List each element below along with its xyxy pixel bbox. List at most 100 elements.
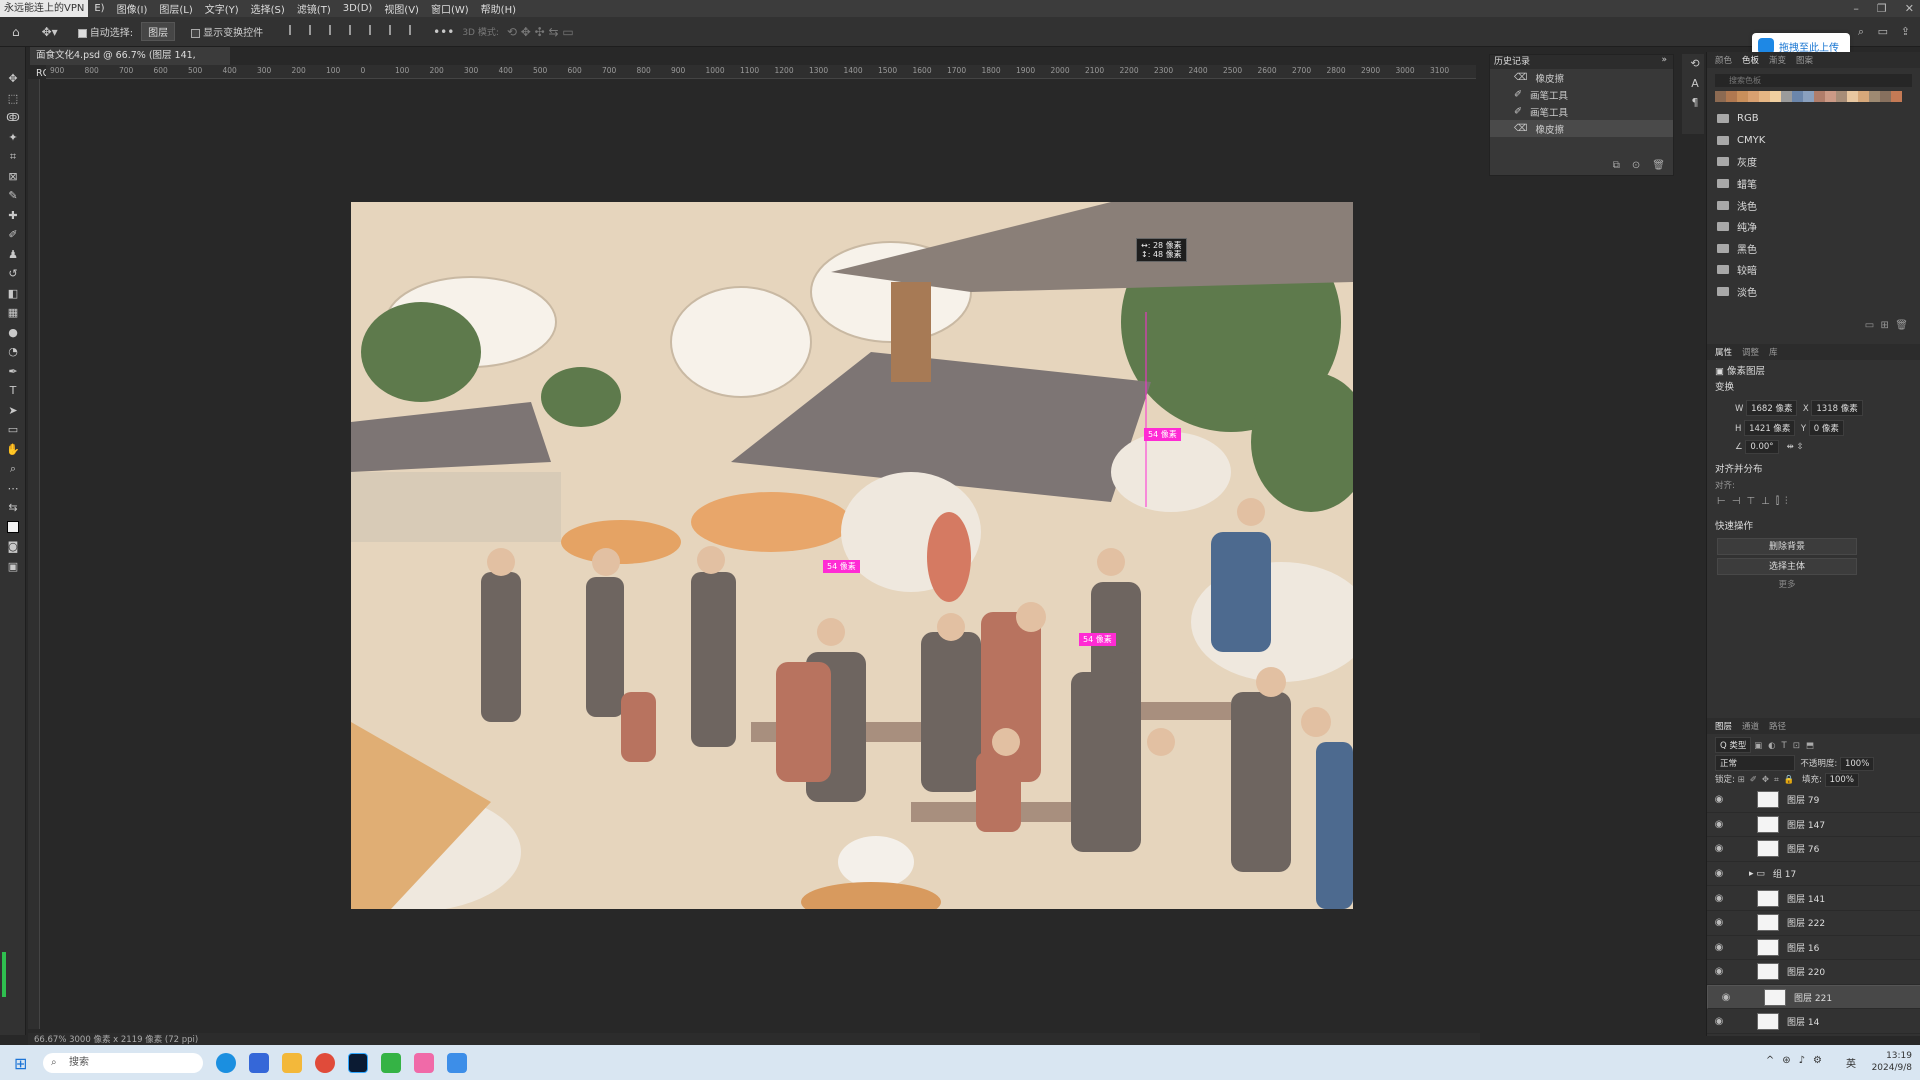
color-swatch[interactable] [1803, 91, 1814, 102]
crop-tool-icon[interactable]: ⌗ [0, 147, 26, 167]
layer-row[interactable]: ◉ 图层 222 [1707, 911, 1920, 936]
width-field[interactable]: 1682 像素 [1746, 400, 1798, 417]
color-swatch[interactable] [1836, 91, 1847, 102]
visibility-eye-icon[interactable]: ◉ [1711, 893, 1727, 904]
windows-start-icon[interactable]: ⊞ [14, 1054, 27, 1073]
gradient-tool-icon[interactable]: ▦ [0, 303, 26, 323]
minimize-icon[interactable]: – [1853, 2, 1859, 15]
swatch-folder[interactable]: CMYK [1707, 130, 1920, 152]
tab-libraries[interactable]: 库 [1769, 346, 1778, 358]
menu-edit[interactable]: E) [88, 3, 110, 14]
history-panel-icon[interactable]: ⟲ [1682, 54, 1708, 74]
swatch-folder[interactable]: 蜡笔 [1707, 173, 1920, 195]
menu-3d[interactable]: 3D(D) [337, 3, 379, 14]
select-subject-button[interactable]: 选择主体 [1717, 558, 1857, 576]
menu-image[interactable]: 图像(I) [111, 1, 154, 16]
more-tools-icon[interactable]: ⋯ [0, 479, 26, 499]
swatch-folder[interactable]: 灰度 [1707, 151, 1920, 173]
visibility-eye-icon[interactable]: ◉ [1711, 843, 1727, 854]
layer-row[interactable]: ◉ 图层 141 [1707, 886, 1920, 911]
trash-icon[interactable]: 🗑 [1895, 320, 1908, 331]
color-swatch[interactable] [1748, 91, 1759, 102]
marquee-tool-icon[interactable]: ⬚ [0, 89, 26, 109]
tab-swatches[interactable]: 色板 [1742, 54, 1759, 66]
share-icon[interactable]: ⇪ [1901, 25, 1910, 38]
artwork-image[interactable]: ↔: 28 像素 ↕: 48 像素 54 像素 54 像素 54 像素 [351, 202, 1353, 909]
system-tray-icons[interactable]: ^⊛♪⚙ [1766, 1055, 1830, 1066]
history-item[interactable]: ⌫ 橡皮擦 [1490, 120, 1673, 137]
align-icons[interactable]: ⊢⊣⊤⊥⫿⫶ [1707, 494, 1920, 507]
color-swatch[interactable] [1781, 91, 1792, 102]
new-group-icon[interactable]: ▭ [1865, 320, 1874, 331]
height-field[interactable]: 1421 像素 [1744, 420, 1796, 437]
eraser-tool-icon[interactable]: ◧ [0, 284, 26, 304]
move-tool-icon[interactable]: ✥ [0, 69, 26, 89]
character-panel-icon[interactable]: A [1682, 74, 1708, 94]
angle-field[interactable]: 0.00° [1745, 440, 1779, 455]
stamp-tool-icon[interactable]: ♟ [0, 245, 26, 265]
foreground-color-swatch[interactable] [0, 518, 26, 538]
align-bottom-icon[interactable] [389, 25, 401, 35]
workspace-icon[interactable]: ▭ [1878, 25, 1888, 38]
show-transform-checkbox[interactable]: 显示变换控件 [191, 24, 263, 39]
tab-channels[interactable]: 通道 [1742, 720, 1759, 732]
y-field[interactable]: 0 像素 [1808, 420, 1844, 437]
tab-color[interactable]: 颜色 [1715, 54, 1732, 66]
distribute-icon[interactable] [409, 25, 421, 35]
path-select-icon[interactable]: ➤ [0, 401, 26, 421]
layer-row[interactable]: ◉ 图层 220 [1707, 960, 1920, 985]
swatch-folder[interactable]: 浅色 [1707, 194, 1920, 216]
layer-row[interactable]: ◉ 图层 147 [1707, 813, 1920, 838]
swatch-folder[interactable]: RGB [1707, 108, 1920, 130]
more-options-button[interactable]: ••• [433, 25, 454, 39]
flip-horizontal-icon[interactable]: ⇹ [1787, 442, 1794, 452]
menu-select[interactable]: 选择(S) [245, 1, 291, 16]
menu-help[interactable]: 帮助(H) [475, 1, 522, 16]
rectangle-tool-icon[interactable]: ▭ [0, 420, 26, 440]
dodge-tool-icon[interactable]: ◔ [0, 342, 26, 362]
flip-vertical-icon[interactable]: ⇳ [1796, 442, 1803, 452]
swatch-search-input[interactable]: 搜索色板 [1715, 74, 1912, 87]
blend-mode-select[interactable]: 正常 [1715, 755, 1795, 771]
tab-layers[interactable]: 图层 [1715, 720, 1732, 732]
camera-icon[interactable]: ⊙ [1632, 160, 1640, 171]
type-tool-icon[interactable]: T [0, 381, 26, 401]
photoshop-icon[interactable] [348, 1053, 368, 1073]
panel-collapse-icon[interactable]: » [1661, 55, 1667, 65]
align-right-icon[interactable] [329, 25, 341, 35]
chrome-icon[interactable] [315, 1053, 335, 1073]
tab-paths[interactable]: 路径 [1769, 720, 1786, 732]
zoom-tool-icon[interactable]: ⌕ [0, 459, 26, 479]
document-tab[interactable]: 面食文化4.psd @ 66.7% (图层 141, RGB/8#) * [30, 47, 230, 79]
visibility-eye-icon[interactable]: ◉ [1711, 942, 1727, 953]
tab-pattern[interactable]: 图案 [1796, 54, 1813, 66]
align-left-icon[interactable] [289, 25, 301, 35]
color-swatch[interactable] [1869, 91, 1880, 102]
cloud-drive-icon[interactable] [447, 1053, 467, 1073]
app-pink-icon[interactable] [414, 1053, 434, 1073]
trash-icon[interactable]: 🗑 [1652, 160, 1665, 171]
layer-row[interactable]: ◉ 图层 79 [1707, 788, 1920, 813]
restore-icon[interactable]: ❐ [1877, 2, 1887, 15]
color-swatch[interactable] [1792, 91, 1803, 102]
app-k-icon[interactable] [249, 1053, 269, 1073]
layer-row[interactable]: ◉ 图层 14 [1707, 1009, 1920, 1034]
home-icon[interactable]: ⌂ [12, 25, 20, 39]
magic-wand-icon[interactable]: ✦ [0, 128, 26, 148]
tab-gradient[interactable]: 渐变 [1769, 54, 1786, 66]
lock-icons[interactable]: ⊞✐✥⌗🔒 [1738, 775, 1800, 785]
screen-mode-icon[interactable]: ▣ [0, 557, 26, 577]
tab-properties[interactable]: 属性 [1715, 346, 1732, 358]
close-icon[interactable]: ✕ [1905, 2, 1914, 15]
move-tool-icon[interactable]: ✥▾ [42, 25, 58, 39]
edge-icon[interactable] [216, 1053, 236, 1073]
swatch-folder[interactable]: 黑色 [1707, 238, 1920, 260]
menu-filter[interactable]: 滤镜(T) [291, 1, 337, 16]
visibility-eye-icon[interactable]: ◉ [1711, 794, 1727, 805]
x-field[interactable]: 1318 像素 [1811, 400, 1863, 417]
taskbar-clock[interactable]: 13:19 2024/9/8 [1872, 1050, 1912, 1074]
color-swatch[interactable] [1715, 91, 1726, 102]
pen-tool-icon[interactable]: ✒ [0, 362, 26, 382]
layer-row[interactable]: ◉ 图层 76 [1707, 837, 1920, 862]
align-middle-icon[interactable] [369, 25, 381, 35]
